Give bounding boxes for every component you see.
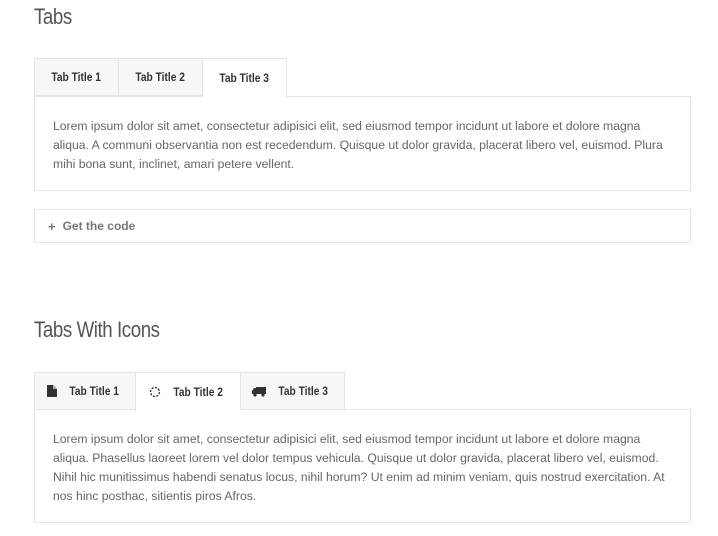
- tab-label: Tab Title 2: [173, 385, 223, 399]
- icon-tab-3[interactable]: Tab Title 3: [240, 372, 345, 410]
- truck-icon: [252, 386, 267, 397]
- file-icon: [46, 385, 57, 397]
- spinner-icon: [149, 386, 161, 398]
- section-title-tabs: Tabs: [34, 4, 72, 29]
- icon-tab-panel: Lorem ipsum dolor sit amet, consectetur …: [34, 409, 691, 523]
- section-title-tabs-with-icons: Tabs With Icons: [34, 317, 160, 342]
- tab-1[interactable]: Tab Title 1: [34, 58, 118, 96]
- tab-panel: Lorem ipsum dolor sit amet, consectetur …: [34, 96, 691, 191]
- get-code-label: Get the code: [62, 219, 136, 233]
- tab-label: Tab Title 1: [51, 70, 102, 84]
- get-code-toggle[interactable]: + Get the code: [34, 209, 691, 243]
- icon-tab-bar: Tab Title 1 Tab Title 2 Tab Title 3: [34, 372, 345, 411]
- icon-tab-1[interactable]: Tab Title 1: [34, 372, 135, 410]
- tab-label: Tab Title 1: [69, 384, 119, 398]
- tab-label: Tab Title 3: [278, 384, 329, 398]
- tab-bar: Tab Title 1 Tab Title 2 Tab Title 3: [34, 58, 287, 97]
- tab-2[interactable]: Tab Title 2: [118, 58, 202, 96]
- tab-label: Tab Title 3: [219, 71, 270, 85]
- icon-tab-2[interactable]: Tab Title 2: [135, 372, 240, 411]
- tab-3[interactable]: Tab Title 3: [202, 58, 287, 97]
- plus-icon: +: [48, 218, 56, 234]
- tab-label: Tab Title 2: [135, 70, 186, 84]
